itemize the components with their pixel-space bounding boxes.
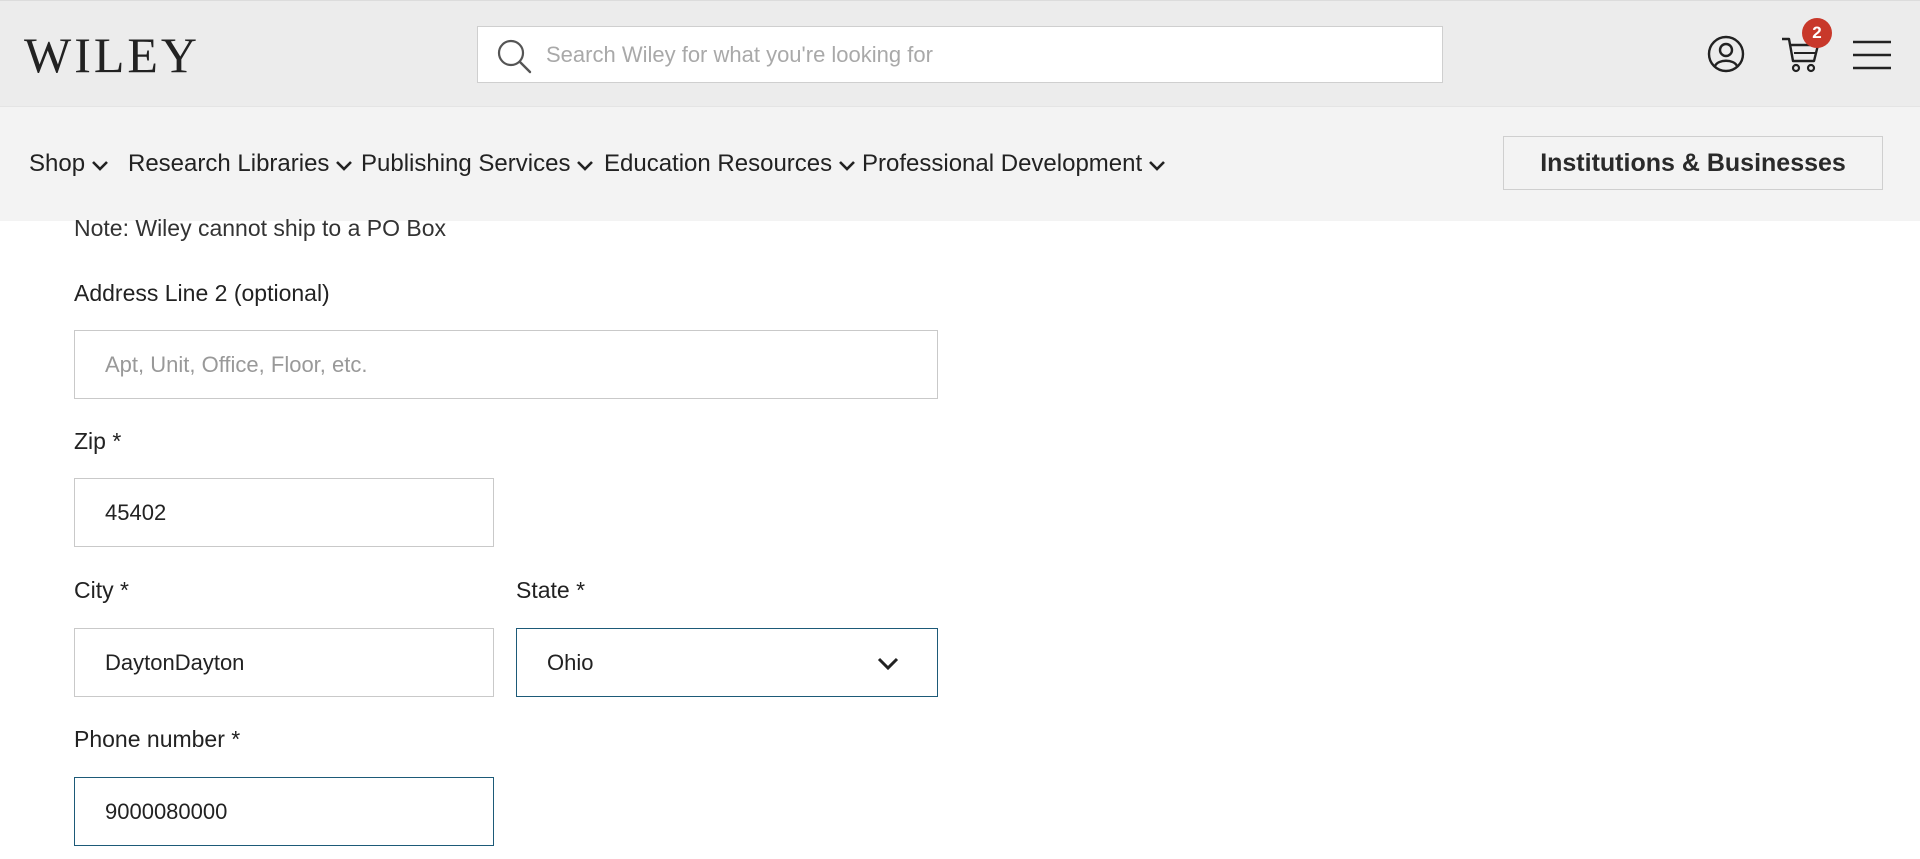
institutions-businesses-button[interactable]: Institutions & Businesses: [1503, 136, 1883, 190]
state-label: State *: [516, 577, 586, 603]
search-bar[interactable]: [477, 26, 1443, 83]
phone-number-label: Phone number *: [74, 726, 241, 752]
cart-count-badge: 2: [1802, 18, 1832, 48]
address-line-2-label: Address Line 2 (optional): [74, 280, 330, 306]
nav-item-research-libraries[interactable]: Research Libraries: [128, 149, 353, 179]
nav-item-label: Education Resources: [604, 150, 833, 177]
site-header: WILEY 2: [0, 0, 1920, 106]
state-select[interactable]: Ohio: [516, 628, 938, 697]
search-icon[interactable]: [495, 37, 533, 75]
chevron-down-icon: [839, 160, 856, 171]
po-box-note: Note: Wiley cannot ship to a PO Box: [74, 215, 447, 241]
zip-label: Zip *: [74, 428, 122, 454]
nav-item-label: Research Libraries: [128, 150, 330, 177]
search-input[interactable]: [546, 27, 1426, 82]
menu-icon[interactable]: [1853, 39, 1891, 71]
nav-item-publishing-services[interactable]: Publishing Services: [361, 149, 594, 179]
chevron-down-icon: [336, 160, 353, 171]
chevron-down-icon: [877, 657, 899, 671]
nav-item-label: Professional Development: [862, 150, 1143, 177]
city-label: City *: [74, 577, 129, 603]
chevron-down-icon: [1149, 160, 1166, 171]
nav-item-shop[interactable]: Shop: [29, 149, 109, 179]
chevron-down-icon: [577, 160, 594, 171]
main-navigation: Shop Research Libraries Publishing Servi…: [0, 106, 1920, 221]
nav-item-label: Publishing Services: [361, 150, 571, 177]
address-line-2-input[interactable]: [74, 330, 938, 399]
zip-input[interactable]: [74, 478, 494, 547]
wiley-logo[interactable]: WILEY: [24, 25, 200, 85]
nav-item-label: Shop: [29, 150, 86, 177]
city-input[interactable]: [74, 628, 494, 697]
nav-item-education-resources[interactable]: Education Resources: [604, 149, 856, 179]
phone-number-input[interactable]: [74, 777, 494, 846]
nav-item-professional-development[interactable]: Professional Development: [862, 149, 1166, 179]
account-icon[interactable]: [1707, 35, 1745, 73]
chevron-down-icon: [92, 160, 108, 171]
state-selected-value: Ohio: [547, 650, 594, 675]
